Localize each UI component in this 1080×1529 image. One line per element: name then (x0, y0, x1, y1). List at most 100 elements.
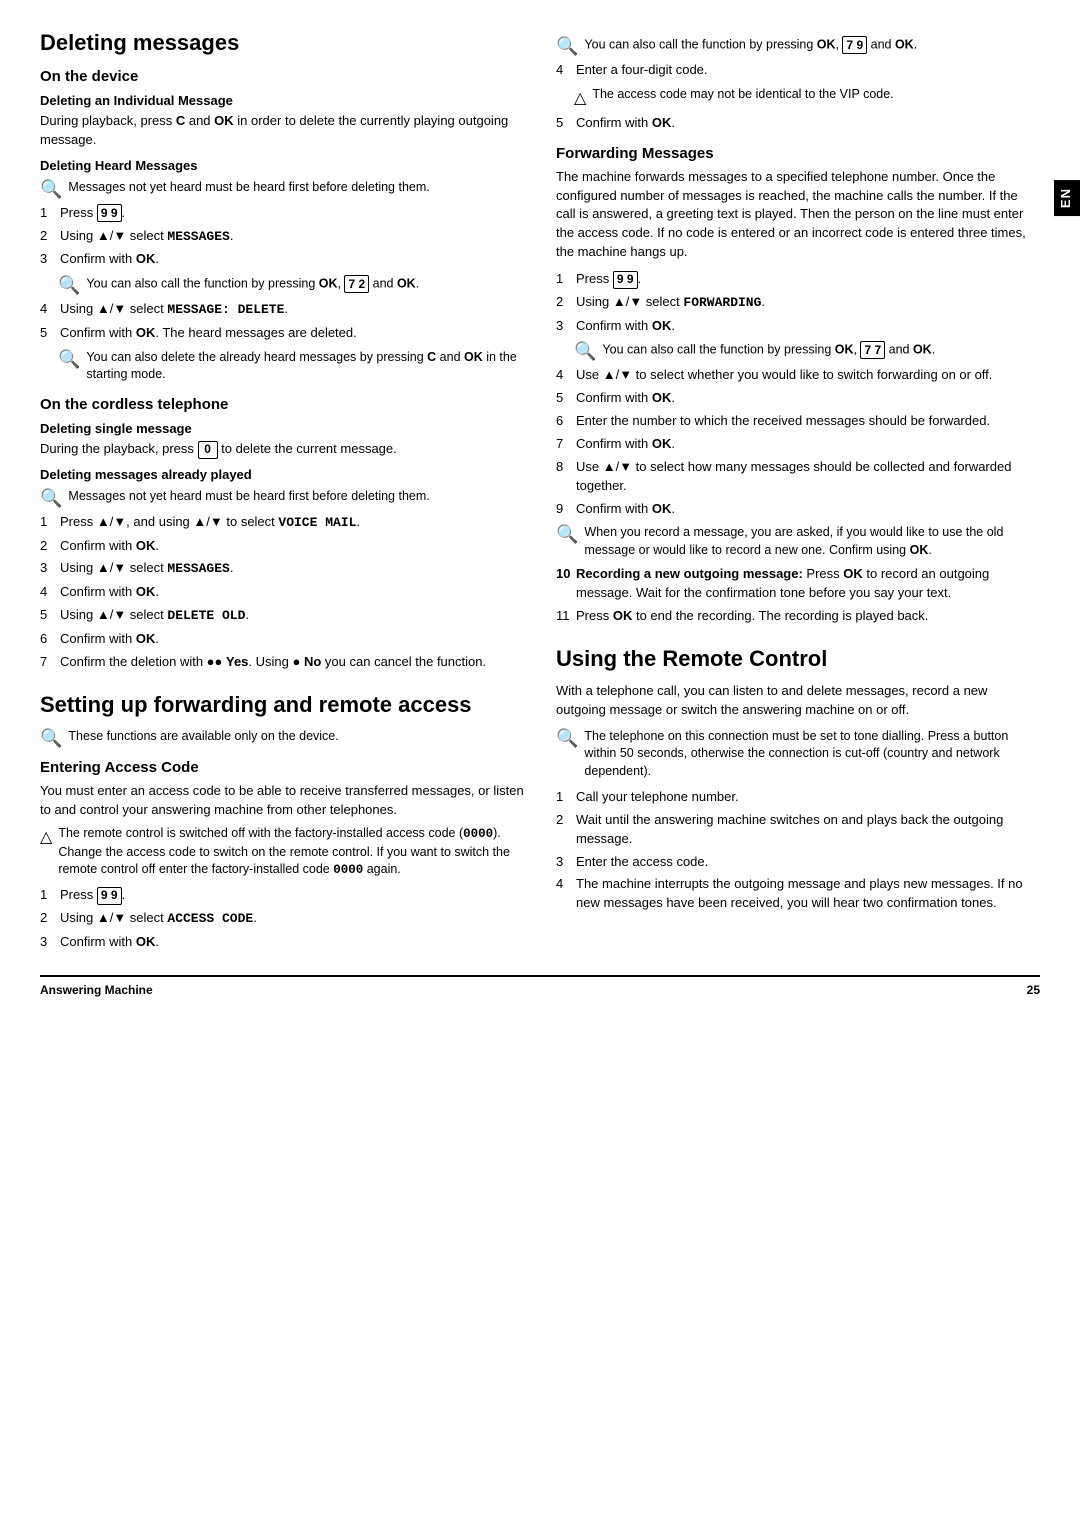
right-column: 🔍 You can also call the function by pres… (556, 30, 1040, 955)
step-item: 4Enter a four-digit code. (556, 61, 1040, 80)
step-item: 10Recording a new outgoing message: Pres… (556, 565, 1040, 603)
deleting-heard-title: Deleting Heard Messages (40, 158, 524, 173)
remote-steps: 1Call your telephone number. 2Wait until… (556, 788, 1040, 913)
note-del-text: You can also delete the already heard me… (86, 349, 524, 384)
step-item: 3Confirm with OK. (556, 317, 1040, 336)
footer-right: 25 (1027, 983, 1040, 997)
note-77-text: You can also call the function by pressi… (602, 341, 935, 359)
forwarding-body: The machine forwards messages to a speci… (556, 168, 1040, 262)
key-77: 7 7 (860, 341, 885, 359)
heard-steps-list: 1Press 9 9. 2Using ▲/▼ select MESSAGES. … (40, 204, 524, 270)
step-item: 3Confirm with OK. (40, 250, 524, 269)
access-code-step5: 5Confirm with OK. (556, 114, 1040, 133)
heard-steps-list2: 4Using ▲/▼ select MESSAGE: DELETE. 5Conf… (40, 300, 524, 343)
note-79-box: 🔍 You can also call the function by pres… (556, 36, 1040, 55)
setting-up-title: Setting up forwarding and remote access (40, 692, 524, 718)
forwarding-steps-cont: 4Use ▲/▼ to select whether you would lik… (556, 366, 1040, 518)
key-99: 9 9 (97, 204, 122, 222)
note-72-text: You can also call the function by pressi… (86, 275, 419, 293)
left-column: Deleting messages On the device Deleting… (40, 30, 524, 955)
note-icon-del: 🔍 (58, 350, 80, 368)
key-0: 0 (198, 441, 218, 459)
warn-icon-vip: △ (574, 88, 586, 108)
step-item: 2Wait until the answering machine switch… (556, 811, 1040, 849)
step-item: 5Confirm with OK. The heard messages are… (40, 324, 524, 343)
key-72: 7 2 (344, 275, 369, 293)
step-item: 5Confirm with OK. (556, 114, 1040, 133)
access-code-body: You must enter an access code to be able… (40, 782, 524, 820)
tone-dialling-text: The telephone on this connection must be… (584, 728, 1040, 781)
deleting-single-title: Deleting single message (40, 421, 524, 436)
step-item: 2Using ▲/▼ select FORWARDING. (556, 293, 1040, 313)
note-icon-already: 🔍 (40, 489, 62, 507)
step-item: 8Use ▲/▼ to select how many messages sho… (556, 458, 1040, 496)
deleting-messages-title: Deleting messages (40, 30, 524, 56)
step-item: 7Confirm the deletion with ●● Yes. Using… (40, 653, 524, 672)
heard-note-text: Messages not yet heard must be heard fir… (68, 179, 429, 197)
already-note-text: Messages not yet heard must be heard fir… (68, 488, 429, 506)
access-code-steps: 1Press 9 9. 2Using ▲/▼ select ACCESS COD… (40, 886, 524, 952)
access-code-steps-cont: 4Enter a four-digit code. (556, 61, 1040, 80)
deleting-individual-body: During playback, press C and OK in order… (40, 112, 524, 150)
step-item: 2Using ▲/▼ select ACCESS CODE. (40, 909, 524, 929)
note-72-box: 🔍 You can also call the function by pres… (58, 275, 524, 294)
step-item: 5Using ▲/▼ select DELETE OLD. (40, 606, 524, 626)
entering-access-code-title: Entering Access Code (40, 759, 524, 776)
note-icon-fwd: 🔍 (40, 729, 62, 747)
en-tab: EN (1054, 180, 1080, 216)
note-del-box: 🔍 You can also delete the already heard … (58, 349, 524, 384)
deleting-individual-title: Deleting an Individual Message (40, 93, 524, 108)
step-item: 4The machine interrupts the outgoing mes… (556, 875, 1040, 913)
step-item: 9Confirm with OK. (556, 500, 1040, 519)
remote-control-title: Using the Remote Control (556, 646, 1040, 672)
forwarding-steps: 1Press 9 9. 2Using ▲/▼ select FORWARDING… (556, 270, 1040, 336)
key-79: 7 9 (842, 36, 867, 54)
warn-icon-remote: △ (40, 827, 52, 847)
note-record-text: When you record a message, you are asked… (584, 524, 1040, 559)
step-item: 4Confirm with OK. (40, 583, 524, 602)
step-item: 1Press 9 9. (40, 204, 524, 223)
step-item: 1Press 9 9. (40, 886, 524, 905)
forwarding-available-note: 🔍 These functions are available only on … (40, 728, 524, 747)
step-item: 2Confirm with OK. (40, 537, 524, 556)
deleting-already-title: Deleting messages already played (40, 467, 524, 482)
forwarding-available-text: These functions are available only on th… (68, 728, 338, 746)
page: EN Deleting messages On the device Delet… (0, 0, 1080, 1529)
step-item: 1Call your telephone number. (556, 788, 1040, 807)
on-cordless-title: On the cordless telephone (40, 396, 524, 413)
step-item: 6Enter the number to which the received … (556, 412, 1040, 431)
step-item: 7Confirm with OK. (556, 435, 1040, 454)
step-item: 3Using ▲/▼ select MESSAGES. (40, 559, 524, 579)
step-item: 3Confirm with OK. (40, 933, 524, 952)
step-item: 5Confirm with OK. (556, 389, 1040, 408)
key-99-ac: 9 9 (97, 887, 122, 905)
step-item: 2Using ▲/▼ select MESSAGES. (40, 227, 524, 247)
forwarding-steps-end: 10Recording a new outgoing message: Pres… (556, 565, 1040, 626)
note-icon-79: 🔍 (556, 37, 578, 55)
footer-left: Answering Machine (40, 983, 153, 997)
note-icon-77: 🔍 (574, 342, 596, 360)
step-item: 4Use ▲/▼ to select whether you would lik… (556, 366, 1040, 385)
already-note-box: 🔍 Messages not yet heard must be heard f… (40, 488, 524, 507)
step-item: 11Press OK to end the recording. The rec… (556, 607, 1040, 626)
tone-dialling-note: 🔍 The telephone on this connection must … (556, 728, 1040, 781)
note-77-box: 🔍 You can also call the function by pres… (574, 341, 1040, 360)
footer: Answering Machine 25 (40, 975, 1040, 997)
key-99-fwd: 9 9 (613, 271, 638, 289)
remote-intro: With a telephone call, you can listen to… (556, 682, 1040, 720)
heard-note-box: 🔍 Messages not yet heard must be heard f… (40, 179, 524, 198)
step-item: 6Confirm with OK. (40, 630, 524, 649)
forwarding-messages-title: Forwarding Messages (556, 145, 1040, 162)
step-item: 1Press ▲/▼, and using ▲/▼ to select VOIC… (40, 513, 524, 533)
already-steps-list: 1Press ▲/▼, and using ▲/▼ to select VOIC… (40, 513, 524, 672)
warn-vip-box: △ The access code may not be identical t… (574, 86, 1040, 108)
warn-vip-text: The access code may not be identical to … (592, 86, 893, 104)
warn-remote-text: The remote control is switched off with … (58, 825, 524, 880)
warn-box-remote: △ The remote control is switched off wit… (40, 825, 524, 880)
note-79-text: You can also call the function by pressi… (584, 36, 917, 54)
deleting-single-body: During the playback, press 0 to delete t… (40, 440, 524, 459)
step-item: 3Enter the access code. (556, 853, 1040, 872)
step-item: 4Using ▲/▼ select MESSAGE: DELETE. (40, 300, 524, 320)
note-record-box: 🔍 When you record a message, you are ask… (556, 524, 1040, 559)
note-icon-record: 🔍 (556, 525, 578, 543)
